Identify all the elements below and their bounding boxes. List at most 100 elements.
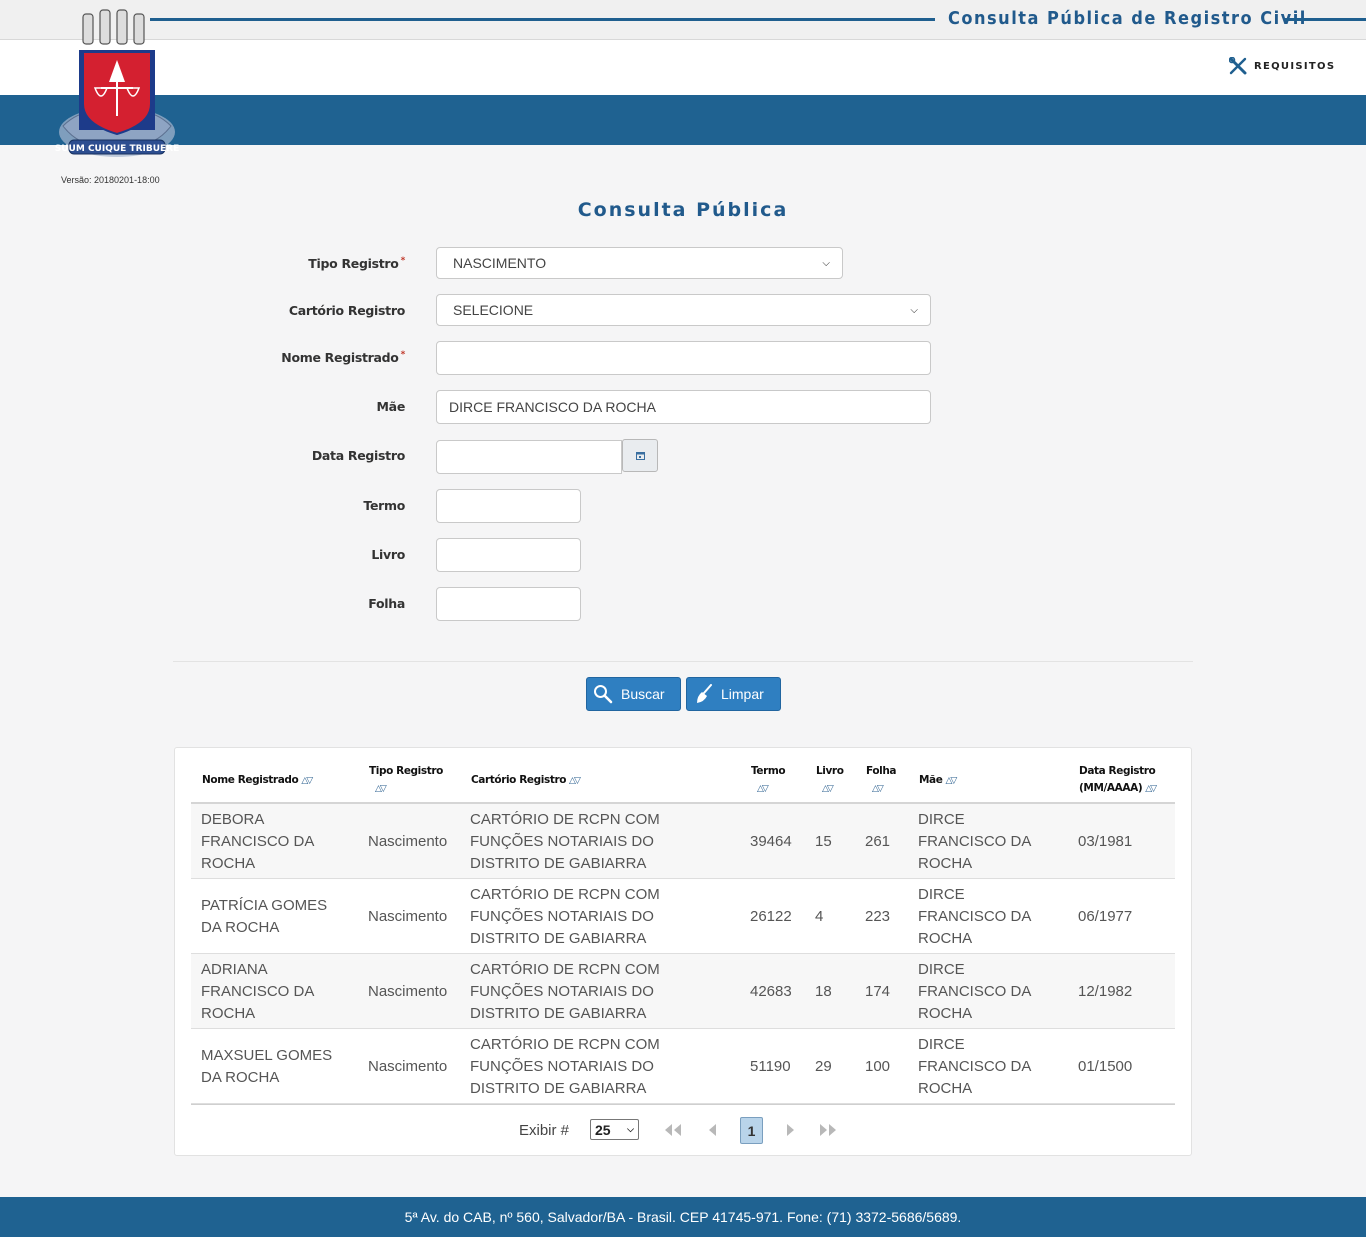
folha-input[interactable]	[436, 587, 581, 621]
cell-mae: DIRCE FRANCISCO DA ROCHA	[918, 885, 1031, 947]
cell-nome: PATRÍCIA GOMES DA ROCHA	[201, 896, 328, 936]
data-registro-label: Data Registro	[311, 448, 405, 463]
broom-icon	[697, 684, 712, 703]
chevron-down-icon: ⌵	[822, 257, 830, 269]
svg-text:SUUM CUIQUE TRIBUERE: SUUM CUIQUE TRIBUERE	[55, 144, 179, 154]
cell-cartorio: CARTÓRIO DE RCPN COM FUNÇÕES NOTARIAIS D…	[470, 1035, 660, 1097]
col-header-nome[interactable]: Nome Registrado △▽	[202, 772, 313, 790]
search-icon	[594, 685, 613, 704]
page-size-value: 25	[595, 1121, 611, 1138]
cell-tipo: Nascimento	[368, 832, 448, 850]
next-page-icon[interactable]	[778, 1118, 802, 1142]
livro-label: Livro	[371, 547, 405, 562]
col-header-cartorio[interactable]: Cartório Registro △▽	[471, 772, 581, 790]
cell-livro: 4	[815, 907, 824, 925]
chevron-down-icon: ⌵	[627, 1124, 634, 1134]
nome-registrado-label: Nome Registrado *	[281, 350, 405, 365]
cell-livro: 18	[815, 982, 832, 1000]
sort-icon: △▽	[822, 784, 834, 794]
blue-banner	[0, 95, 1366, 145]
col-header-livro[interactable]: Livro △▽	[816, 763, 844, 798]
cell-tipo: Nascimento	[368, 907, 448, 925]
sort-icon: △▽	[375, 784, 387, 794]
table-row[interactable]: DEBORA FRANCISCO DA ROCHA Nascimento CAR…	[191, 804, 1175, 879]
page-size-select[interactable]: 25 ⌵	[590, 1119, 639, 1140]
table-row[interactable]: ADRIANA FRANCISCO DA ROCHA Nascimento CA…	[191, 954, 1175, 1029]
cell-nome: DEBORA FRANCISCO DA ROCHA	[201, 810, 314, 872]
clear-button-label: Limpar	[721, 686, 764, 702]
table-row[interactable]: PATRÍCIA GOMES DA ROCHA Nascimento CARTÓ…	[191, 879, 1175, 954]
version-label: Versão: 20180201-18:00	[61, 175, 160, 185]
app-title: Consulta Pública de Registro Civil	[948, 8, 1307, 29]
page-title: Consulta Pública	[577, 199, 789, 221]
cell-data: 01/1500	[1078, 1057, 1133, 1075]
current-page-button[interactable]: 1	[740, 1117, 763, 1144]
results-panel: Nome Registrado △▽ Tipo Registro △▽ Cartór…	[174, 747, 1192, 1156]
cell-folha: 174	[865, 982, 891, 1000]
cell-cartorio: CARTÓRIO DE RCPN COM FUNÇÕES NOTARIAIS D…	[470, 885, 660, 947]
footer: 5ª Av. do CAB, nº 560, Salvador/BA - Bra…	[0, 1197, 1366, 1237]
cell-tipo: Nascimento	[368, 982, 448, 1000]
tipo-registro-label: Tipo Registro *	[308, 256, 405, 271]
folha-label: Folha	[368, 596, 405, 611]
sort-icon: △▽	[301, 776, 313, 786]
col-header-folha[interactable]: Folha △▽	[866, 763, 897, 798]
cell-data: 03/1981	[1078, 832, 1133, 850]
title-rule-left	[150, 18, 935, 21]
first-page-icon[interactable]	[661, 1118, 685, 1142]
cell-termo: 42683	[750, 982, 792, 1000]
cell-termo: 39464	[750, 832, 792, 850]
requirements-link[interactable]: REQUISITOS	[1229, 57, 1335, 75]
nome-registrado-input[interactable]	[436, 341, 931, 375]
cell-nome: MAXSUEL GOMES DA ROCHA	[201, 1046, 333, 1086]
mae-input[interactable]: DIRCE FRANCISCO DA ROCHA	[436, 390, 931, 424]
calendar-button[interactable]	[622, 439, 658, 472]
page-size-label: Exibir #	[519, 1122, 570, 1139]
cell-folha: 261	[865, 832, 891, 850]
cell-tipo: Nascimento	[368, 1057, 448, 1075]
data-registro-input[interactable]	[436, 440, 622, 474]
clear-button[interactable]: Limpar	[686, 677, 781, 711]
cell-folha: 223	[865, 907, 891, 925]
cartorio-registro-value: SELECIONE	[453, 302, 534, 318]
cell-livro: 15	[815, 832, 832, 850]
cell-livro: 29	[815, 1057, 832, 1075]
sort-icon: △▽	[872, 784, 884, 794]
cell-data: 12/1982	[1078, 982, 1133, 1000]
cell-termo: 26122	[750, 907, 792, 925]
table-row[interactable]: MAXSUEL GOMES DA ROCHA Nascimento CARTÓR…	[191, 1029, 1175, 1104]
cartorio-registro-select[interactable]: SELECIONE ⌵	[436, 294, 931, 326]
tipo-registro-value: NASCIMENTO	[453, 255, 547, 271]
calendar-icon	[635, 452, 645, 460]
sort-icon: △▽	[757, 784, 769, 794]
termo-input[interactable]	[436, 489, 581, 523]
cell-termo: 51190	[750, 1057, 791, 1075]
search-button-label: Buscar	[621, 686, 665, 702]
requirements-label: REQUISITOS	[1254, 60, 1336, 72]
footer-address: 5ª Av. do CAB, nº 560, Salvador/BA - Bra…	[404, 1209, 962, 1225]
cell-mae: DIRCE FRANCISCO DA ROCHA	[918, 1035, 1031, 1097]
top-title-bar: Consulta Pública de Registro Civil	[0, 0, 1366, 40]
tipo-registro-select[interactable]: NASCIMENTO ⌵	[436, 247, 843, 279]
sort-icon: △▽	[1145, 784, 1157, 794]
col-header-data[interactable]: Data Registro (MM/AAAA) △▽	[1079, 763, 1157, 798]
last-page-icon[interactable]	[816, 1118, 840, 1142]
col-header-mae[interactable]: Mãe △▽	[919, 772, 957, 790]
sort-icon: △▽	[569, 776, 581, 786]
cartorio-registro-label: Cartório Registro	[288, 303, 405, 318]
header-band	[0, 40, 1366, 95]
prev-page-icon[interactable]	[701, 1118, 725, 1142]
col-header-tipo[interactable]: Tipo Registro △▽	[369, 763, 449, 798]
livro-input[interactable]	[436, 538, 581, 572]
table-bottom-rule	[191, 1104, 1175, 1105]
cell-cartorio: CARTÓRIO DE RCPN COM FUNÇÕES NOTARIAIS D…	[470, 810, 660, 872]
col-header-termo[interactable]: Termo △▽	[751, 763, 786, 798]
cell-mae: DIRCE FRANCISCO DA ROCHA	[918, 810, 1031, 872]
cell-nome: ADRIANA FRANCISCO DA ROCHA	[201, 960, 314, 1022]
chevron-down-icon: ⌵	[910, 304, 918, 316]
tools-icon	[1229, 57, 1247, 75]
cell-folha: 100	[865, 1057, 891, 1075]
sort-icon: △▽	[945, 776, 957, 786]
search-button[interactable]: Buscar	[586, 677, 681, 711]
mae-label: Mãe	[376, 399, 406, 414]
